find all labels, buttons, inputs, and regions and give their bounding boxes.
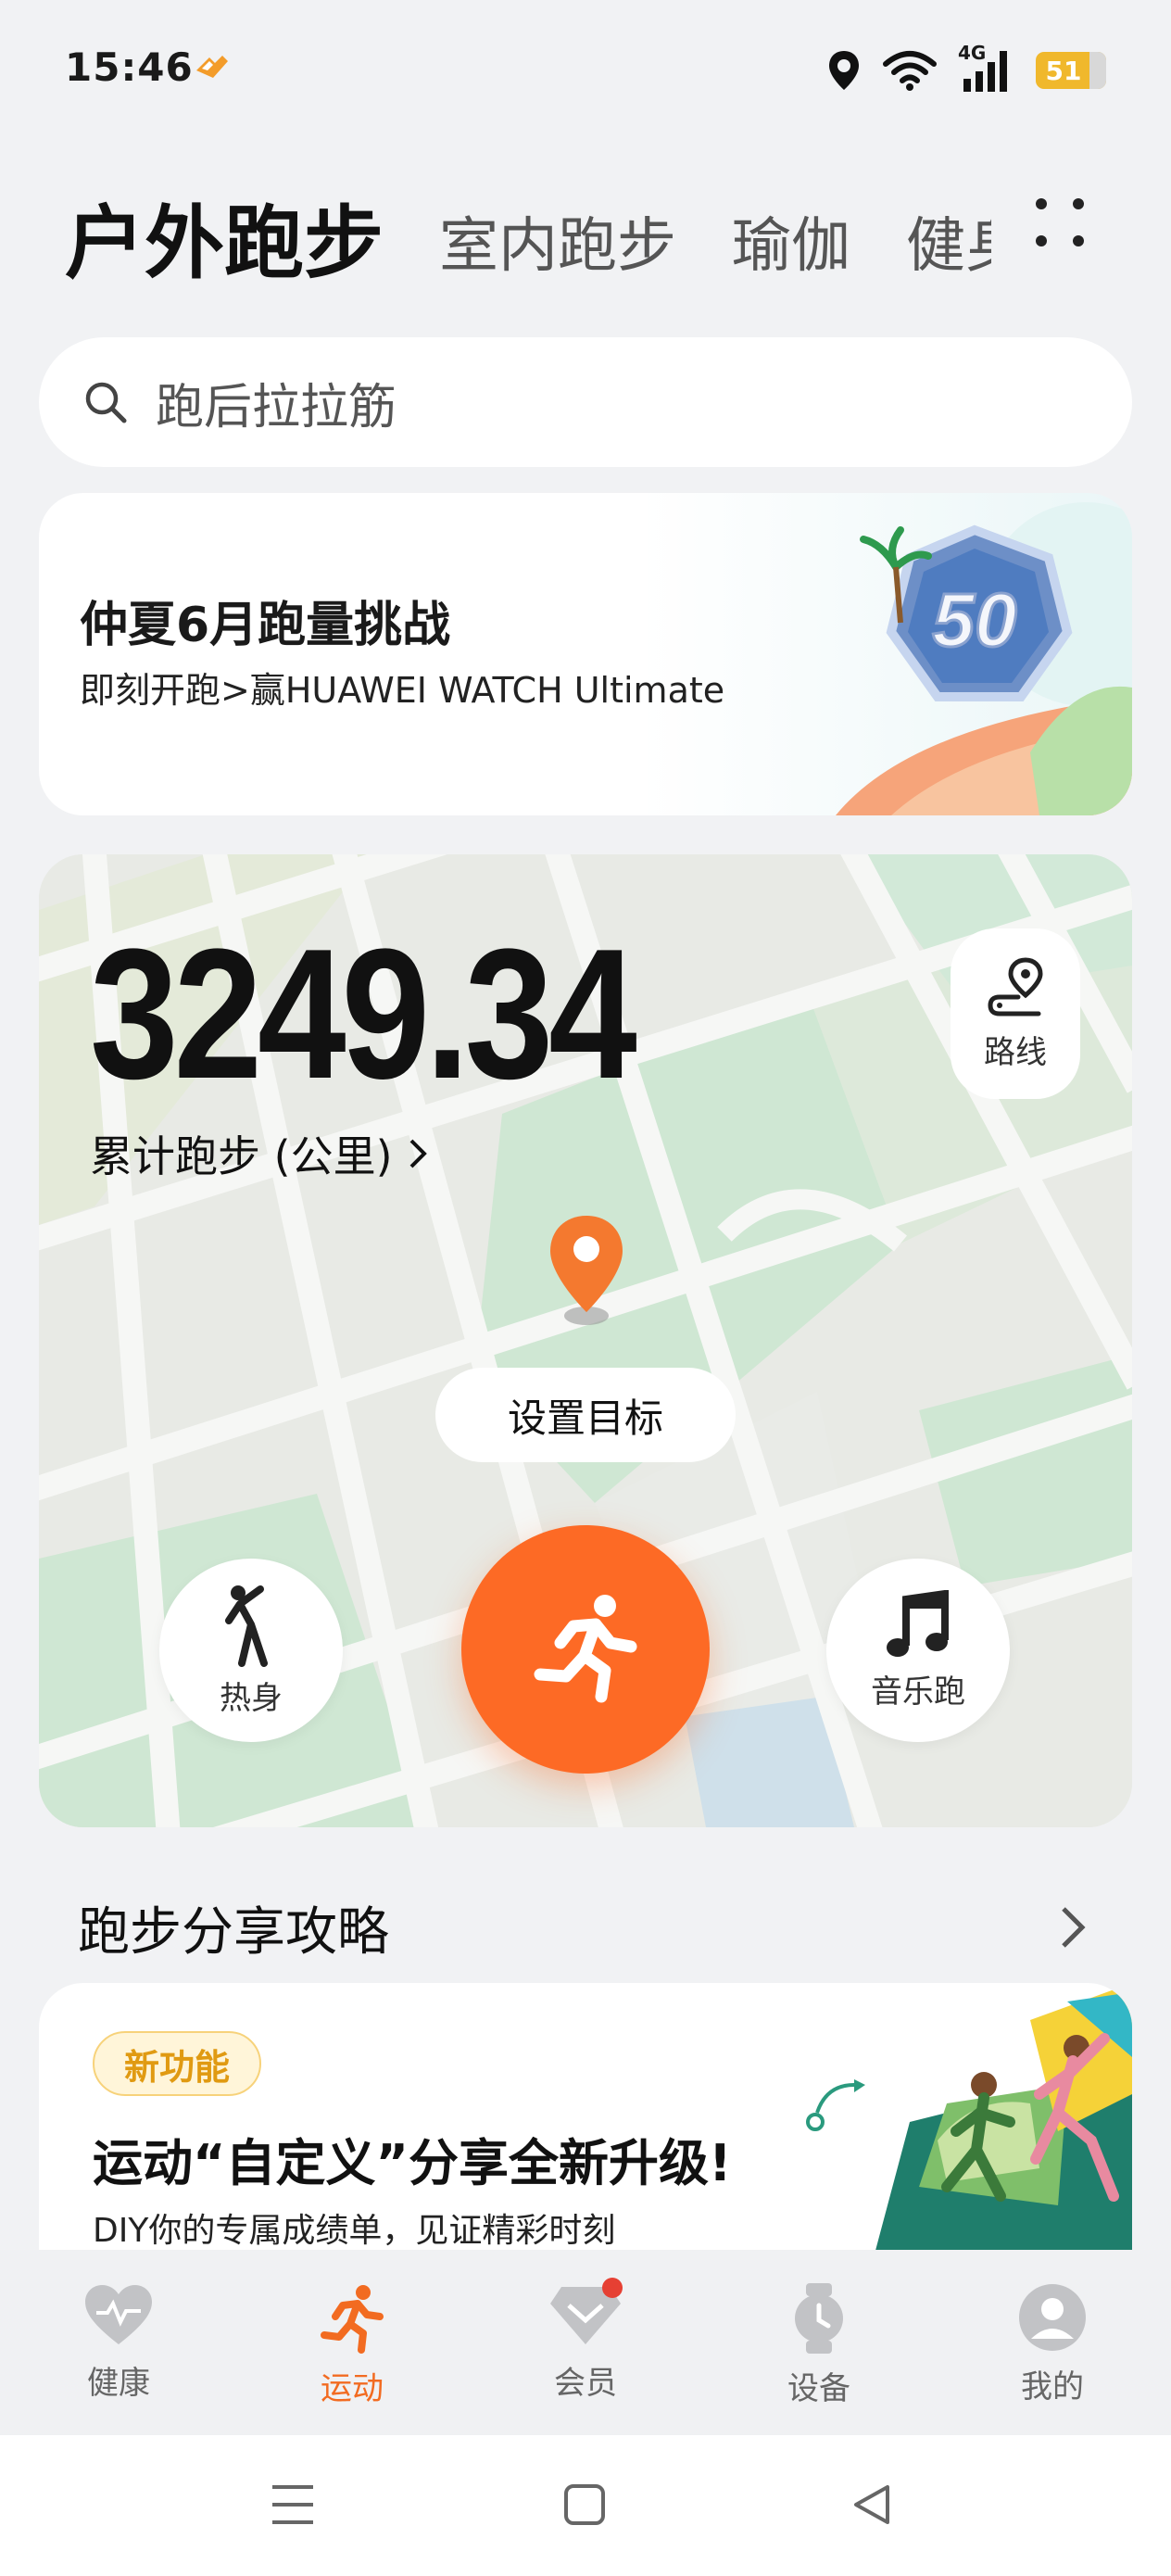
runner-icon [321,2285,384,2354]
total-distance-value: 3249.34 [90,911,637,1118]
chevron-right-icon [409,1139,427,1168]
more-sports-button[interactable] [1032,195,1097,250]
status-bar: 15:46 4G 51 [0,0,1171,139]
search-placeholder: 跑后拉拉筋 [156,379,397,436]
avatar-icon [1019,2284,1086,2351]
location-pin-icon [550,1216,623,1325]
watch-icon [795,2283,843,2354]
status-icons: 4G 51 [826,42,1106,98]
notification-dot [602,2278,623,2298]
total-distance-link[interactable]: 累计跑步 (公里) [90,1123,430,1184]
challenge-banner[interactable]: 仲夏6月跑量挑战 即刻开跑>赢HUAWEI WATCH Ultimate 50 [39,493,1132,815]
nav-label: 我的 [1021,2368,1084,2406]
tab-outdoor-run[interactable]: 户外跑步 [65,204,384,285]
tab-fitness[interactable]: 健身 [906,217,991,285]
section-title: 跑步分享攻略 [78,1902,389,1963]
stretching-person-icon [225,1585,268,1667]
banner-title: 仲夏6月跑量挑战 [80,598,451,653]
nav-health[interactable]: 健康 [63,2250,174,2435]
status-time: 15:46 [65,44,194,90]
runner-icon [534,1595,637,1703]
nav-label: 健康 [87,2365,150,2402]
music-note-icon [887,1589,949,1657]
music-run-label: 音乐跑 [871,1673,965,1711]
nav-devices[interactable]: 设备 [763,2250,875,2435]
menu-icon[interactable] [271,2483,315,2526]
home-icon[interactable] [563,2483,606,2526]
share-feature-card[interactable]: 新功能 运动“自定义”分享全新升级! DIY你的专属成绩单，见证精彩时刻 [39,1983,1132,2261]
set-goal-button[interactable]: 设置目标 [435,1368,736,1462]
sport-type-tabs: 户外跑步 室内跑步 瑜伽 健身 [65,174,991,285]
start-run-button[interactable] [461,1525,710,1774]
route-icon [988,956,1043,1016]
location-icon [829,51,859,90]
nav-membership[interactable]: 会员 [530,2250,641,2435]
share-illustration [806,1983,1132,2261]
cellular-signal-icon: 4G [958,42,1015,94]
medal-number: 50 [932,578,1016,663]
route-button[interactable]: 路线 [951,928,1080,1099]
route-label: 路线 [984,1033,1047,1071]
search-bar[interactable]: 跑后拉拉筋 [39,337,1132,467]
music-run-button[interactable]: 音乐跑 [826,1559,1010,1742]
battery-level: 51 [1045,55,1082,86]
nav-label: 设备 [787,2370,850,2407]
warmup-button[interactable]: 热身 [159,1559,343,1742]
heart-pulse-icon [85,2285,152,2344]
system-navigation-bar [0,2435,1171,2576]
nav-label: 运动 [321,2370,384,2407]
run-map-card: 3249.34 累计跑步 (公里) 路线 设置目标 热身 音乐跑 [39,854,1132,1827]
back-icon[interactable] [850,2483,893,2526]
total-distance-label: 累计跑步 (公里) [90,1131,393,1181]
new-feature-badge: 新功能 [93,2031,262,2096]
challenge-medal-icon: 50 [836,502,1132,815]
bottom-navigation: 健康 运动 会员 设备 我的 [0,2250,1171,2435]
promo-title: 运动“自定义”分享全新升级! [93,2134,732,2192]
health-app-notification-icon [196,56,228,78]
chevron-right-icon[interactable] [1054,1900,1091,1955]
nav-label: 会员 [554,2365,617,2402]
nav-exercise[interactable]: 运动 [296,2250,408,2435]
wifi-icon [883,51,937,91]
banner-subtitle: 即刻开跑>赢HUAWEI WATCH Ultimate [80,670,725,711]
battery-icon: 51 [1036,52,1106,89]
warmup-label: 热身 [220,1679,283,1717]
nav-me[interactable]: 我的 [997,2250,1108,2435]
promo-subtitle: DIY你的专属成绩单，见证精彩时刻 [93,2212,616,2250]
tab-yoga[interactable]: 瑜伽 [732,217,850,285]
search-icon [85,382,127,423]
tab-indoor-run[interactable]: 室内跑步 [439,217,676,285]
